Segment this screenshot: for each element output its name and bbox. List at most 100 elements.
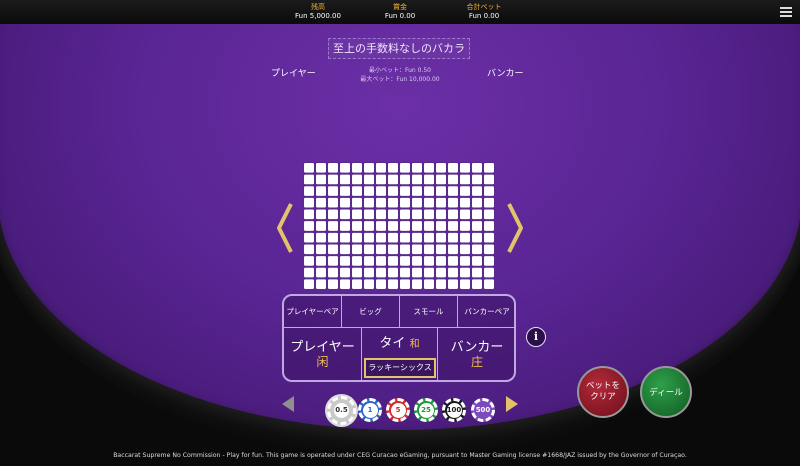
roadmap-cell — [304, 163, 314, 173]
roadmap-cell — [352, 186, 362, 196]
roadmap-cell — [328, 174, 338, 185]
bet-tie-hanzi: 和 — [409, 339, 420, 350]
roadmap-cell — [304, 232, 314, 243]
roadmap-cell — [352, 232, 362, 243]
roadmap-cell — [448, 186, 458, 196]
roadmap-cell — [448, 209, 458, 220]
roadmap-cell — [400, 232, 410, 243]
roadmap-cell — [388, 197, 398, 208]
deal-button[interactable]: ディール — [640, 366, 692, 418]
roadmap-cell — [484, 197, 494, 208]
roadmap-cell — [484, 244, 494, 255]
bet-player-pair[interactable]: プレイヤーペア — [284, 296, 342, 328]
roadmap-cell — [412, 209, 422, 220]
chip-500[interactable]: 500 — [471, 398, 495, 422]
roadmap-cell — [316, 244, 326, 255]
info-icon[interactable]: i — [526, 327, 546, 347]
roadmap-cell — [316, 232, 326, 243]
total-bet-display: 合計ベット Fun 0.00 — [458, 3, 510, 21]
roadmap-cell — [412, 186, 422, 196]
roadmap-cell — [364, 232, 374, 243]
roadmap-cell — [484, 221, 494, 231]
roadmap-cell — [460, 197, 470, 208]
banker-side-label: バンカー — [487, 69, 524, 79]
chip-prev-icon[interactable] — [282, 396, 294, 412]
chip-100[interactable]: 100 — [442, 398, 466, 422]
roadmap-cell — [460, 244, 470, 255]
roadmap-cell — [304, 279, 314, 289]
chip-1[interactable]: 1 — [358, 398, 382, 422]
bet-small[interactable]: スモール — [400, 296, 458, 328]
roadmap-cell — [460, 267, 470, 278]
roadmap-cell — [328, 244, 338, 255]
roadmap-cell — [352, 279, 362, 289]
roadmap-cell — [472, 232, 482, 243]
bet-banker-pair[interactable]: バンカーペア — [458, 296, 514, 328]
roadmap-cell — [400, 197, 410, 208]
roadmap-cell — [328, 186, 338, 196]
win-display: 賞金 Fun 0.00 — [376, 3, 424, 21]
roadmap-cell — [328, 256, 338, 266]
roadmap-cell — [460, 232, 470, 243]
roadmap-cell — [316, 197, 326, 208]
roadmap-cell — [364, 197, 374, 208]
roadmap-cell — [364, 221, 374, 231]
roadmap-cell — [448, 244, 458, 255]
roadmap-cell — [364, 163, 374, 173]
bet-player-label: プレイヤー — [290, 340, 355, 355]
roadmap-cell — [352, 244, 362, 255]
chip-0.5[interactable]: 0.5 — [327, 396, 356, 425]
roadmap-cell — [376, 221, 386, 231]
roadmap-cell — [328, 279, 338, 289]
roadmap-cell — [412, 163, 422, 173]
roadmap-cell — [424, 163, 434, 173]
roadmap-cell — [364, 279, 374, 289]
roadmap-cell — [424, 209, 434, 220]
roadmap-cell — [472, 256, 482, 266]
roadmap-cell — [412, 279, 422, 289]
roadmap-cell — [352, 209, 362, 220]
hamburger-menu-icon[interactable] — [780, 7, 792, 17]
roadmap-cell — [352, 221, 362, 231]
bet-banker[interactable]: バンカー 庄 — [438, 328, 514, 380]
roadmap-cell — [340, 163, 350, 173]
roadmap-cell — [364, 256, 374, 266]
roadmap-cell — [316, 221, 326, 231]
roadmap-cell — [304, 209, 314, 220]
clear-bets-label: ベットを クリア — [585, 381, 620, 402]
roadmap-cell — [340, 197, 350, 208]
chip-value: 1 — [362, 402, 378, 418]
roadmap-cell — [436, 186, 446, 196]
chevron-right-icon[interactable] — [506, 202, 524, 254]
roadmap-cell — [400, 186, 410, 196]
roadmap-cell — [376, 279, 386, 289]
bet-player[interactable]: プレイヤー 闲 — [284, 328, 362, 380]
roadmap-cell — [328, 221, 338, 231]
clear-bets-button[interactable]: ベットを クリア — [577, 366, 629, 418]
roadmap-cell — [484, 279, 494, 289]
roadmap-cell — [304, 186, 314, 196]
roadmap-cell — [484, 209, 494, 220]
win-value: Fun 0.00 — [384, 12, 416, 20]
chip-5[interactable]: 5 — [386, 398, 410, 422]
deal-label: ディール — [649, 388, 683, 398]
chip-value: 0.5 — [334, 403, 349, 418]
roadmap-cell — [304, 244, 314, 255]
roadmap-cell — [400, 267, 410, 278]
roadmap-cell — [436, 209, 446, 220]
roadmap-cell — [388, 267, 398, 278]
roadmap-cell — [388, 232, 398, 243]
roadmap-cell — [340, 267, 350, 278]
roadmap-cell — [328, 197, 338, 208]
roadmap-cell — [472, 267, 482, 278]
chevron-left-icon[interactable] — [276, 202, 294, 254]
bet-big[interactable]: ビッグ — [342, 296, 400, 328]
total-bet-value: Fun 0.00 — [468, 12, 500, 20]
roadmap-cell — [448, 267, 458, 278]
bet-lucky-six[interactable]: ラッキーシックス — [364, 358, 436, 378]
roadmap-cell — [388, 186, 398, 196]
chip-25[interactable]: 25 — [414, 398, 438, 422]
chip-next-icon[interactable] — [506, 396, 518, 412]
bet-player-hanzi: 闲 — [316, 355, 329, 369]
roadmap-cell — [412, 197, 422, 208]
